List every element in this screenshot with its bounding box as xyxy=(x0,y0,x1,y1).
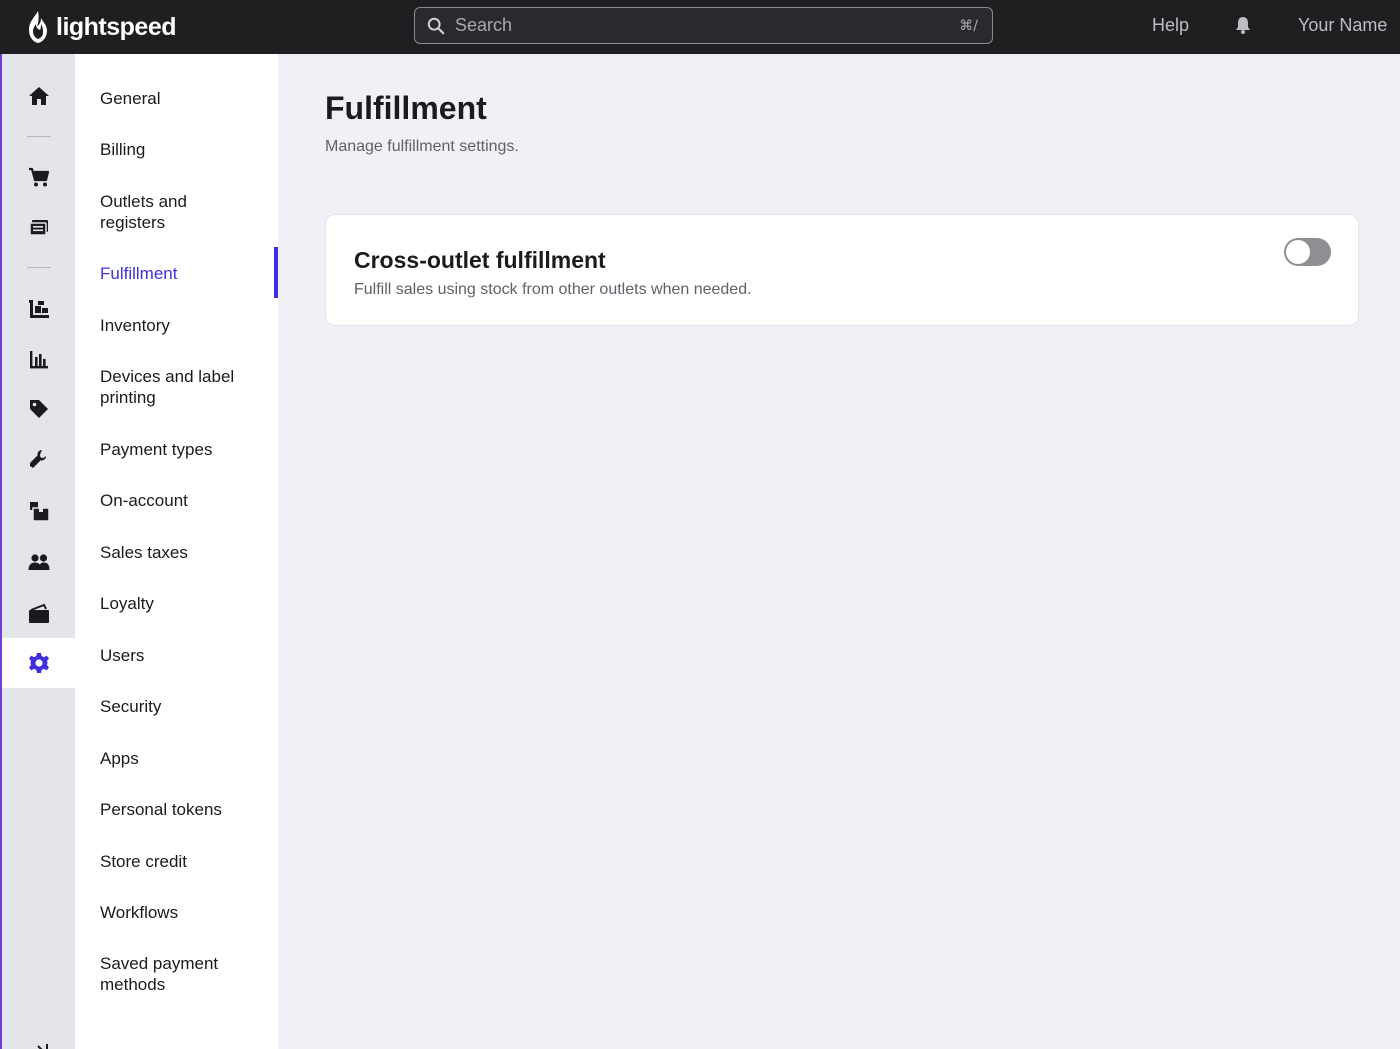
reports-icon xyxy=(29,351,48,369)
nav-inventory[interactable] xyxy=(2,486,75,536)
user-menu[interactable]: Your Name xyxy=(1298,15,1387,36)
settings-nav-saved-payment-methods[interactable]: Saved payment methods xyxy=(75,953,240,995)
settings-nav-devices-and-label-printing[interactable]: Devices and label printing xyxy=(75,366,253,408)
nav-customers[interactable] xyxy=(2,537,75,587)
cart-icon xyxy=(28,167,49,187)
cross-outlet-fulfillment-card: Cross-outlet fulfillment Fulfill sales u… xyxy=(325,214,1359,326)
settings-nav-workflows[interactable]: Workflows xyxy=(75,902,278,923)
settings-nav-security[interactable]: Security xyxy=(75,696,278,717)
toggle-knob xyxy=(1286,240,1310,264)
inventory-icon xyxy=(29,502,50,522)
collapse-icon xyxy=(36,1044,48,1049)
settings-nav-loyalty[interactable]: Loyalty xyxy=(75,593,278,614)
settings-nav-general[interactable]: General xyxy=(75,88,278,109)
settings-nav-apps[interactable]: Apps xyxy=(75,748,278,769)
settings-nav-fulfillment[interactable]: Fulfillment xyxy=(75,263,278,284)
price-tag-icon xyxy=(29,400,48,418)
search-shortcut-hint: ⌘/ xyxy=(959,17,978,34)
gear-icon xyxy=(28,653,49,673)
nav-payments[interactable] xyxy=(2,589,75,639)
card-title: Cross-outlet fulfillment xyxy=(354,247,606,273)
search-input[interactable] xyxy=(455,15,960,36)
lightspeed-logo[interactable]: lightspeed xyxy=(26,9,177,45)
wrench-icon xyxy=(29,450,46,468)
settings-nav-payment-types[interactable]: Payment types xyxy=(75,439,278,460)
catalog-icon xyxy=(28,300,49,318)
home-icon xyxy=(28,87,49,105)
settings-nav-billing[interactable]: Billing xyxy=(75,139,278,160)
active-nav-indicator xyxy=(274,247,278,298)
settings-nav-personal-tokens[interactable]: Personal tokens xyxy=(75,799,278,820)
settings-nav-outlets-and-registers[interactable]: Outlets and registers xyxy=(75,191,225,233)
settings-nav-users[interactable]: Users xyxy=(75,645,278,666)
nav-home[interactable] xyxy=(2,71,75,121)
page-subtitle: Manage fulfillment settings. xyxy=(325,138,519,155)
nav-promotions[interactable] xyxy=(2,384,75,434)
settings-nav: General Billing Outlets and registers Fu… xyxy=(75,54,278,1049)
search-bar[interactable]: ⌘/ xyxy=(414,7,993,44)
page-title: Fulfillment xyxy=(325,90,487,126)
rail-divider xyxy=(27,267,51,268)
card-description: Fulfill sales using stock from other out… xyxy=(354,281,752,298)
help-link[interactable]: Help xyxy=(1152,15,1189,36)
settings-nav-on-account[interactable]: On-account xyxy=(75,490,278,511)
top-bar: lightspeed ⌘/ Help Your Name xyxy=(0,0,1400,54)
wallet-icon xyxy=(28,603,49,623)
nav-registers[interactable] xyxy=(2,203,75,253)
register-icon xyxy=(28,220,48,236)
nav-reporting[interactable] xyxy=(2,334,75,384)
main-nav-rail xyxy=(0,54,75,1049)
settings-nav-sales-taxes[interactable]: Sales taxes xyxy=(75,542,278,563)
nav-settings[interactable] xyxy=(2,638,75,688)
search-icon xyxy=(427,17,445,34)
nav-catalog[interactable] xyxy=(2,283,75,333)
settings-nav-inventory[interactable]: Inventory xyxy=(75,315,278,336)
customers-icon xyxy=(28,554,49,570)
settings-nav-store-credit[interactable]: Store credit xyxy=(75,851,278,872)
flame-logo-icon xyxy=(29,11,47,43)
nav-sell[interactable] xyxy=(2,152,75,202)
rail-divider xyxy=(27,136,51,137)
nav-tools[interactable] xyxy=(2,434,75,484)
nav-collapse[interactable] xyxy=(2,1026,75,1049)
cross-outlet-fulfillment-toggle[interactable] xyxy=(1284,238,1331,266)
bell-icon[interactable] xyxy=(1233,15,1253,35)
brand-name: lightspeed xyxy=(56,12,177,41)
